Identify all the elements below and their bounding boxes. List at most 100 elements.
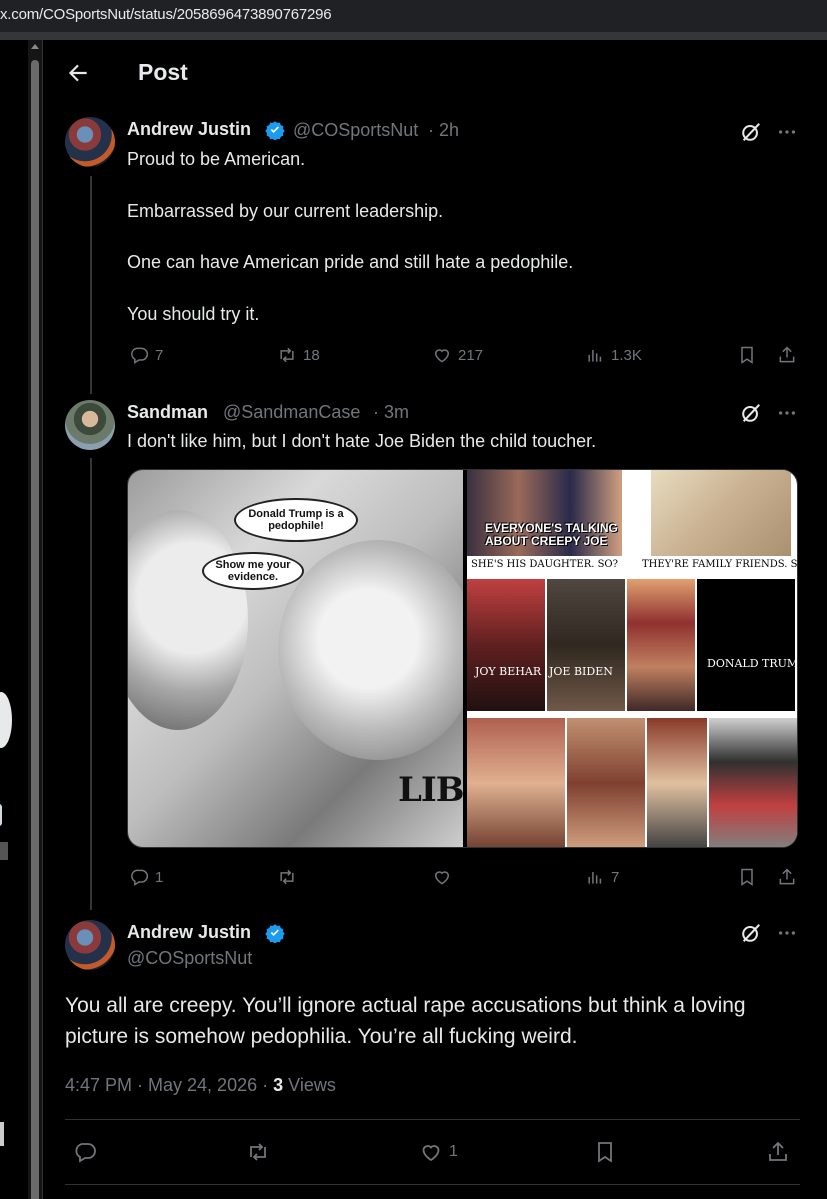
repost-button[interactable] — [277, 865, 297, 889]
bookmark-icon — [598, 1142, 612, 1163]
collage-caption: THEY'RE FAMILY FRIENDS. SO? — [642, 559, 798, 570]
scrollbar[interactable] — [28, 40, 42, 1199]
views-label: Views — [288, 1075, 336, 1095]
speech-bubble: Show me your evidence. — [202, 552, 304, 590]
verified-badge-icon — [265, 924, 285, 943]
repost-button[interactable]: 18 — [277, 343, 320, 367]
author-name[interactable]: Andrew Justin — [127, 119, 251, 140]
collage-caption: DONALD TRUMP — [707, 657, 795, 670]
share-button[interactable] — [766, 1140, 790, 1164]
tweet-text-line: Embarrassed by our current leadership. — [127, 201, 444, 221]
background-shape — [0, 842, 8, 860]
avatar[interactable] — [65, 400, 115, 450]
views-count: 3 — [273, 1075, 284, 1095]
repost-count: 18 — [303, 346, 320, 364]
author-name[interactable]: Sandman — [127, 402, 208, 423]
share-icon — [769, 1141, 787, 1161]
baby-figure — [278, 540, 478, 760]
repost-icon — [280, 347, 294, 363]
share-icon[interactable] — [777, 344, 797, 366]
collage-photo — [627, 579, 695, 711]
views-button[interactable]: 1.3K — [585, 343, 642, 367]
scrollbar-thumb[interactable] — [31, 60, 39, 1199]
view-count: 1.3K — [611, 346, 642, 364]
collage-photo — [709, 718, 797, 847]
author-name[interactable]: Andrew Justin — [127, 922, 251, 943]
more-options-icon[interactable] — [776, 922, 798, 944]
heart-icon — [434, 349, 450, 363]
divider — [65, 1184, 800, 1185]
like-count: 1 — [449, 1143, 458, 1160]
more-options-icon[interactable] — [776, 121, 798, 143]
divider — [65, 1119, 800, 1120]
reply-button[interactable]: 7 — [129, 343, 163, 367]
collage-photo — [567, 718, 645, 847]
reply-count: 1 — [155, 868, 164, 886]
meme-photo-panel: Donald Trump is a pedophile! Show me you… — [128, 470, 517, 847]
post-header: Post — [43, 40, 827, 106]
reply-icon — [131, 869, 149, 886]
grok-icon[interactable] — [740, 121, 762, 143]
post-text: You all are creepy. You’ll ignore actual… — [65, 994, 746, 1048]
views-button[interactable]: 7 — [585, 865, 619, 889]
post-column: Post Andrew Justin @COSportsNut · 2h Pro… — [42, 40, 827, 1199]
collage-photo — [467, 718, 565, 847]
avatar[interactable] — [65, 117, 115, 167]
background-shape — [0, 1122, 4, 1146]
address-bar[interactable]: x.com/COSportsNut/status/205869647389076… — [0, 0, 827, 32]
scroll-up-arrow-icon[interactable] — [31, 44, 39, 49]
thread-line — [90, 458, 92, 910]
like-button[interactable] — [432, 865, 452, 889]
collage-panel: EVERYONE'S TALKING ABOUT CREEPY JOE SHE'… — [467, 470, 798, 847]
page-title: Post — [138, 59, 188, 85]
reply-count: 7 — [155, 346, 164, 364]
like-count: 217 — [458, 346, 484, 364]
bookmark-button[interactable] — [593, 1140, 617, 1164]
analytics-icon — [588, 872, 602, 884]
url-text[interactable]: x.com/COSportsNut/status/205869647389076… — [0, 6, 332, 23]
bookmark-icon[interactable] — [737, 866, 757, 888]
repost-icon — [250, 1143, 266, 1161]
more-options-icon[interactable] — [776, 402, 798, 424]
tweet-image[interactable]: Donald Trump is a pedophile! Show me you… — [127, 469, 798, 848]
repost-icon — [280, 869, 294, 885]
background-shape — [0, 804, 2, 826]
collage-photo: JOY BEHAR — [467, 579, 545, 711]
grok-icon[interactable] — [740, 402, 762, 424]
back-arrow-icon[interactable] — [65, 60, 91, 86]
grok-icon[interactable] — [740, 922, 762, 944]
reply-icon — [131, 347, 149, 364]
bookmark-icon[interactable] — [737, 344, 757, 366]
collage-caption: JOY BEHAR — [475, 665, 542, 678]
thread-line — [90, 176, 92, 394]
collage-photo — [651, 470, 791, 556]
author-handle[interactable]: @COSportsNut — [127, 948, 252, 969]
reply-button[interactable] — [73, 1140, 97, 1164]
author-handle[interactable]: @COSportsNut — [293, 120, 418, 141]
speech-bubble: Donald Trump is a pedophile! — [234, 498, 358, 542]
heart-icon — [434, 871, 450, 885]
view-count: 7 — [611, 868, 620, 886]
post-timestamp[interactable]: 4:47 PM · May 24, 2026 · — [65, 1075, 268, 1095]
post-time[interactable]: · 3m — [373, 402, 409, 423]
post-meta: 4:47 PM · May 24, 2026 · 3 Views — [65, 1075, 336, 1096]
repost-button[interactable] — [246, 1140, 270, 1164]
tweet-text: I don't like him, but I don't hate Joe B… — [127, 431, 597, 451]
share-icon[interactable] — [777, 866, 797, 888]
collage-photo — [647, 718, 707, 847]
collage-headline: EVERYONE'S TALKING ABOUT CREEPY JOE — [485, 521, 618, 548]
browser-strip — [0, 32, 827, 40]
post-time[interactable]: · 2h — [428, 120, 459, 141]
like-button[interactable]: 217 — [432, 343, 483, 367]
heart-icon — [422, 1145, 440, 1162]
analytics-icon — [588, 350, 602, 362]
author-handle[interactable]: @SandmanCase — [223, 402, 360, 423]
background-panel — [0, 40, 28, 1199]
like-button[interactable]: 1 — [419, 1140, 458, 1164]
tweet-text-line: Proud to be American. — [127, 149, 306, 169]
reply-button[interactable]: 1 — [129, 865, 163, 889]
avatar[interactable] — [65, 920, 115, 970]
background-shape — [0, 692, 12, 748]
collage-photo: JOE BIDEN — [547, 579, 625, 711]
collage-photo: EVERYONE'S TALKING ABOUT CREEPY JOE — [467, 470, 622, 556]
